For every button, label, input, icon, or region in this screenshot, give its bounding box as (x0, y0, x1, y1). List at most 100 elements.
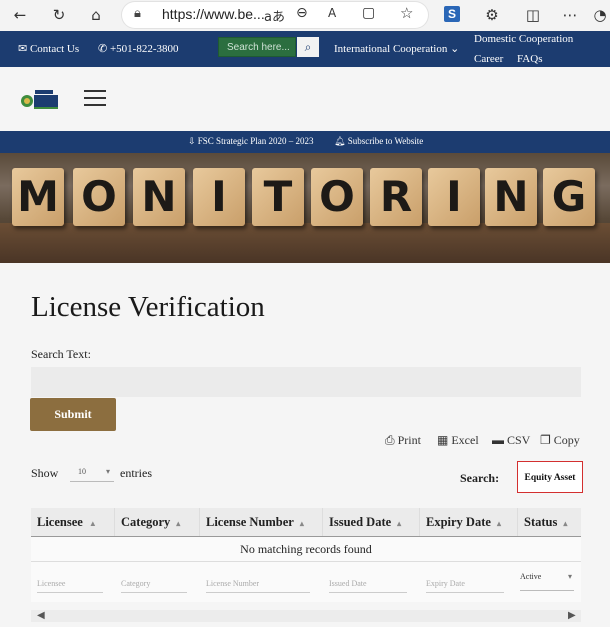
read-aloud-icon[interactable]: aあ (264, 6, 285, 25)
issued-date-filter[interactable]: Issued Date (329, 570, 407, 593)
show-label: Show (31, 466, 59, 480)
excel-button[interactable]: ▦ Excel (437, 433, 479, 448)
scroll-left-icon[interactable]: ◀ (37, 610, 45, 622)
download-icon: ⇩ (188, 136, 196, 146)
profile-icon[interactable]: ◔ (588, 4, 610, 26)
chevron-down-icon: ⌄ (450, 43, 460, 55)
intl-label: International Cooperation (334, 43, 448, 55)
back-icon[interactable]: ← (8, 4, 32, 26)
table-search-input[interactable]: Equity Asset (517, 461, 583, 493)
strategic-label: FSC Strategic Plan 2020 – 2023 (197, 136, 314, 146)
status-filter-select[interactable]: Active ▾ (520, 572, 574, 591)
col-licensee[interactable]: Licensee ▲ (31, 508, 115, 536)
favorite-star-icon[interactable]: ☆ (400, 4, 413, 22)
hero-letter: O (73, 168, 125, 226)
search-text-input[interactable] (31, 367, 581, 397)
site-search-input[interactable]: Search here... (218, 37, 296, 57)
excel-icon: ▦ (437, 433, 449, 447)
col-license-number[interactable]: License Number ▴ (200, 508, 323, 536)
phone-link[interactable]: ✆ +501-822-3800 (98, 42, 179, 55)
chevron-down-icon: ▾ (567, 572, 572, 581)
status-filter-value: Active (520, 572, 542, 581)
logo-row (0, 67, 610, 131)
excel-label: Excel (451, 433, 479, 447)
category-filter[interactable]: Category (121, 570, 187, 593)
lock-icon: 🔒︎ (134, 6, 141, 21)
search-icon: ⌕ (304, 40, 312, 54)
phone-icon: ✆ (98, 43, 108, 55)
table-header: Licensee ▲ Category ▴ License Number ▴ Issu… (31, 508, 581, 537)
copy-icon: ❐ (540, 433, 551, 447)
refresh-icon[interactable]: ↻ (47, 4, 71, 26)
hero-letter: N (133, 168, 185, 226)
faqs-link[interactable]: FAQs (517, 53, 542, 65)
mail-icon: ✉ (18, 43, 28, 55)
col-label: License Number (206, 515, 294, 529)
hero-table (0, 223, 610, 263)
sort-asc-icon: ▲ (88, 519, 97, 528)
home-icon[interactable]: ⌂ (84, 4, 108, 26)
reader-view-icon[interactable]: ▢ (362, 5, 375, 21)
more-menu-icon[interactable]: ⋯ (558, 4, 582, 26)
contact-link[interactable]: ✉ Contact Us (18, 42, 79, 55)
filter-row: Licensee Category License Number Issued … (31, 562, 581, 602)
col-category[interactable]: Category ▴ (115, 508, 200, 536)
subscribe-link[interactable]: 🔔︎ Subscribe to Website (334, 136, 423, 147)
sort-icon: ▴ (176, 519, 181, 528)
print-button[interactable]: ⎙ Print (385, 433, 421, 448)
csv-label: CSV (507, 433, 531, 447)
announcement-band: ⇩ FSC Strategic Plan 2020 – 2023 🔔︎ Subs… (0, 131, 610, 153)
hero-letter: N (485, 168, 537, 226)
domestic-cooperation-link[interactable]: Domestic Cooperation (474, 33, 573, 45)
hero-letter: I (428, 168, 480, 226)
sort-icon: ▴ (496, 519, 501, 528)
strategic-plan-link[interactable]: ⇩ FSC Strategic Plan 2020 – 2023 (188, 136, 314, 147)
zoom-icon[interactable]: ⊖ (296, 5, 308, 21)
page-title: License Verification (31, 291, 265, 323)
hero-letter: O (311, 168, 363, 226)
career-link[interactable]: Career (474, 53, 503, 65)
licensee-filter[interactable]: Licensee (37, 570, 103, 593)
col-issued-date[interactable]: Issued Date ▴ (323, 508, 420, 536)
hero-letter: M (12, 168, 64, 226)
hero-banner: M O N I T O R I N G (0, 153, 610, 263)
split-screen-icon[interactable]: ◫ (521, 4, 545, 26)
entries-value: 10 (78, 467, 86, 476)
col-label: Status (524, 515, 558, 529)
print-label: Print (397, 433, 421, 447)
scroll-right-icon[interactable]: ▶ (568, 610, 576, 622)
csv-icon: ▬ (492, 433, 504, 447)
site-search-button[interactable]: ⌕ (297, 37, 319, 57)
hero-letter: R (370, 168, 422, 226)
copy-button[interactable]: ❐ Copy (540, 433, 580, 448)
col-status[interactable]: Status ▴ (518, 508, 581, 536)
bell-icon: 🔔︎ (334, 136, 346, 146)
extension-s-icon[interactable]: S (444, 6, 460, 22)
address-bar[interactable]: 🔒︎ https://www.be... aあ ⊖ A ▢ ☆ (122, 2, 428, 28)
col-label: Licensee (37, 515, 83, 529)
text-size-icon[interactable]: A (328, 6, 336, 20)
site-topbar: ✉ Contact Us ✆ +501-822-3800 Search here… (0, 31, 610, 67)
csv-button[interactable]: ▬ CSV (492, 433, 530, 448)
sort-icon: ▴ (299, 519, 304, 528)
entries-select[interactable]: 10 ▾ (70, 462, 114, 482)
intl-cooperation-menu[interactable]: International Cooperation ⌄ (334, 42, 459, 55)
printer-icon: ⎙ (385, 433, 395, 447)
hero-letter: G (543, 168, 595, 226)
license-number-filter[interactable]: License Number (206, 570, 310, 593)
copy-label: Copy (553, 433, 580, 447)
col-label: Expiry Date (426, 515, 491, 529)
hamburger-menu-icon[interactable] (84, 90, 106, 107)
fsc-logo[interactable] (20, 89, 60, 111)
entries-label: entries (120, 466, 152, 480)
col-expiry-date[interactable]: Expiry Date ▴ (420, 508, 518, 536)
horizontal-scrollbar[interactable]: ◀ ▶ (31, 610, 581, 622)
hero-letter: I (193, 168, 245, 226)
extensions-icon[interactable]: ⚙ (480, 4, 504, 26)
url-text: https://www.be... (162, 6, 265, 22)
browser-toolbar: ← ↻ ⌂ 🔒︎ https://www.be... aあ ⊖ A ▢ ☆ S … (0, 0, 610, 31)
expiry-date-filter[interactable]: Expiry Date (426, 570, 504, 593)
submit-button[interactable]: Submit (30, 398, 116, 431)
hero-letter: T (252, 168, 304, 226)
col-label: Category (121, 515, 171, 529)
